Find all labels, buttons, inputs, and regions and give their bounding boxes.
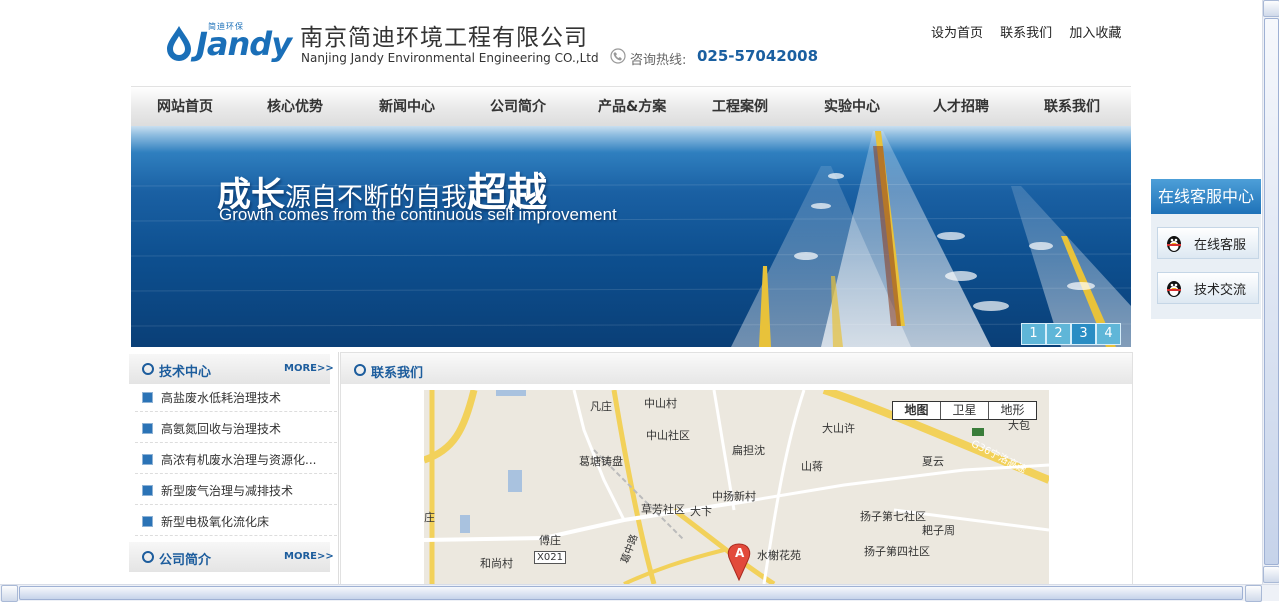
map-label: 中山社区 bbox=[646, 429, 690, 442]
qq-penguin-icon bbox=[1167, 281, 1181, 297]
map-label: 中山村 bbox=[644, 397, 677, 410]
location-map[interactable]: A 凡庄 中山村 中山社区 大山许 大包 扁担沈 葛塘铸盘 山蒋 夏云 G36宁… bbox=[424, 390, 1049, 584]
tech-center-title: 技术中心 bbox=[159, 365, 212, 380]
tech-center-header: 技术中心 MORE>> bbox=[129, 354, 334, 384]
nav-item-home[interactable]: 网站首页 bbox=[157, 87, 213, 127]
nav-item-about[interactable]: 公司简介 bbox=[490, 87, 546, 127]
online-service-widget: 在线客服中心 在线客服 技术交流 bbox=[1151, 179, 1261, 319]
online-service-button[interactable]: 在线客服 bbox=[1157, 227, 1259, 259]
nav-item-cases[interactable]: 工程案例 bbox=[712, 87, 768, 127]
banner-page-4[interactable]: 4 bbox=[1096, 323, 1121, 345]
nav-item-news[interactable]: 新闻中心 bbox=[379, 87, 435, 127]
bullet-circle-icon bbox=[354, 364, 366, 376]
map-type-switcher: 地图 卫星 地形 bbox=[892, 401, 1037, 420]
company-name-cn: 南京简迪环境工程有限公司 bbox=[300, 25, 588, 51]
map-label: 傅庄 bbox=[539, 534, 561, 547]
map-label: 扬子第七社区 bbox=[860, 510, 926, 523]
vertical-scroll-thumb[interactable] bbox=[1264, 18, 1279, 565]
map-label: 草芳社区 bbox=[641, 503, 685, 516]
map-label: 大卞 bbox=[690, 505, 712, 518]
column-divider bbox=[338, 352, 339, 587]
online-service-label: 在线客服 bbox=[1194, 238, 1247, 253]
contact-panel-title: 联系我们 bbox=[371, 366, 424, 381]
map-tab-satellite[interactable]: 卫星 bbox=[941, 402, 989, 419]
road-shield-label: X021 bbox=[534, 551, 566, 564]
map-label: 凡庄 bbox=[590, 400, 612, 413]
bullet-circle-icon bbox=[142, 551, 154, 563]
banner-subtitle: Growth comes from the continuous self im… bbox=[219, 205, 617, 224]
list-item[interactable]: 新型电极氧化流化床 bbox=[135, 505, 337, 536]
nav-item-products[interactable]: 产品&方案 bbox=[598, 87, 666, 127]
map-label: 庄 bbox=[424, 511, 435, 524]
nav-item-lab[interactable]: 实验中心 bbox=[824, 87, 880, 127]
contact-panel-header: 联系我们 bbox=[341, 353, 1132, 384]
tech-item-label[interactable]: 高浓有机废水治理与资源化... bbox=[161, 451, 316, 468]
tech-exchange-label: 技术交流 bbox=[1194, 283, 1247, 298]
checkbox-bullet-icon bbox=[142, 392, 153, 403]
banner-page-3[interactable]: 3 bbox=[1071, 323, 1096, 345]
map-label: 耙子周 bbox=[922, 524, 955, 537]
list-item[interactable]: 新型废气治理与减排技术 bbox=[135, 474, 337, 505]
map-label: 大山许 bbox=[822, 422, 855, 435]
online-service-title: 在线客服中心 bbox=[1151, 179, 1261, 214]
horizontal-scrollbar[interactable] bbox=[0, 584, 1279, 602]
checkbox-bullet-icon bbox=[142, 454, 153, 465]
map-label: 葛塘铸盘 bbox=[579, 455, 623, 468]
checkbox-bullet-icon bbox=[142, 423, 153, 434]
vertical-scrollbar[interactable] bbox=[1262, 0, 1279, 584]
nav-item-advantages[interactable]: 核心优势 bbox=[267, 87, 323, 127]
list-item[interactable]: 高盐废水低耗治理技术 bbox=[135, 381, 337, 412]
banner-page-2[interactable]: 2 bbox=[1046, 323, 1071, 345]
checkbox-bullet-icon bbox=[142, 485, 153, 496]
list-item[interactable]: 高氨氮回收与治理技术 bbox=[135, 412, 337, 443]
map-label: 山蒋 bbox=[801, 460, 823, 473]
checkbox-bullet-icon bbox=[142, 516, 153, 527]
add-favorite-link[interactable]: 加入收藏 bbox=[1069, 26, 1121, 41]
top-links: 设为首页 联系我们 加入收藏 bbox=[931, 22, 1134, 41]
map-label: 中扬新村 bbox=[712, 490, 756, 503]
main-nav: 网站首页 核心优势 新闻中心 公司简介 产品&方案 工程案例 实验中心 人才招聘… bbox=[131, 86, 1131, 127]
map-label: 夏云 bbox=[922, 455, 944, 468]
contact-us-link[interactable]: 联系我们 bbox=[1000, 26, 1052, 41]
tech-item-label[interactable]: 新型电极氧化流化床 bbox=[161, 513, 269, 530]
tech-center-more-link[interactable]: MORE>> bbox=[284, 363, 334, 374]
tech-item-label[interactable]: 高氨氮回收与治理技术 bbox=[161, 420, 281, 437]
about-more-link[interactable]: MORE>> bbox=[284, 551, 334, 562]
horizontal-scroll-thumb[interactable] bbox=[19, 586, 1243, 600]
logo-drop-icon bbox=[167, 26, 191, 61]
company-name-en: Nanjing Jandy Environmental Engineering … bbox=[301, 51, 599, 65]
scroll-down-button[interactable] bbox=[1263, 566, 1279, 583]
map-label: 扬子第四社区 bbox=[864, 545, 930, 558]
tech-exchange-button[interactable]: 技术交流 bbox=[1157, 272, 1259, 304]
phone-icon bbox=[610, 48, 626, 64]
list-item[interactable]: 高浓有机废水治理与资源化... bbox=[135, 443, 337, 474]
about-header: 公司简介 MORE>> bbox=[129, 542, 334, 572]
tech-item-label[interactable]: 新型废气治理与减排技术 bbox=[161, 482, 293, 499]
map-label: 水榭花苑 bbox=[757, 549, 801, 562]
map-label: 和尚村 bbox=[480, 557, 513, 570]
banner-page-1[interactable]: 1 bbox=[1021, 323, 1046, 345]
bullet-circle-icon bbox=[142, 363, 154, 375]
nav-item-contact[interactable]: 联系我们 bbox=[1044, 87, 1100, 127]
nav-item-careers[interactable]: 人才招聘 bbox=[933, 87, 989, 127]
map-marker-label[interactable]: A bbox=[735, 546, 744, 560]
scroll-up-button[interactable] bbox=[1263, 0, 1279, 17]
set-homepage-link[interactable]: 设为首页 bbox=[931, 26, 983, 41]
hotline-label: 咨询热线: bbox=[630, 53, 687, 68]
scroll-right-button[interactable] bbox=[1245, 585, 1262, 602]
qq-penguin-icon bbox=[1167, 236, 1181, 252]
map-tab-terrain[interactable]: 地形 bbox=[989, 402, 1036, 419]
hero-banner[interactable]: 成长源自不断的自我超越 Growth comes from the contin… bbox=[131, 126, 1131, 347]
map-tab-map[interactable]: 地图 bbox=[893, 402, 941, 419]
map-label: 扁担沈 bbox=[732, 444, 765, 457]
tech-item-label[interactable]: 高盐废水低耗治理技术 bbox=[161, 389, 281, 406]
hotline-number: 025-57042008 bbox=[697, 47, 819, 65]
logo-wordmark: Jandy bbox=[196, 25, 292, 63]
about-title: 公司简介 bbox=[159, 553, 212, 568]
scroll-left-button[interactable] bbox=[1, 585, 18, 602]
